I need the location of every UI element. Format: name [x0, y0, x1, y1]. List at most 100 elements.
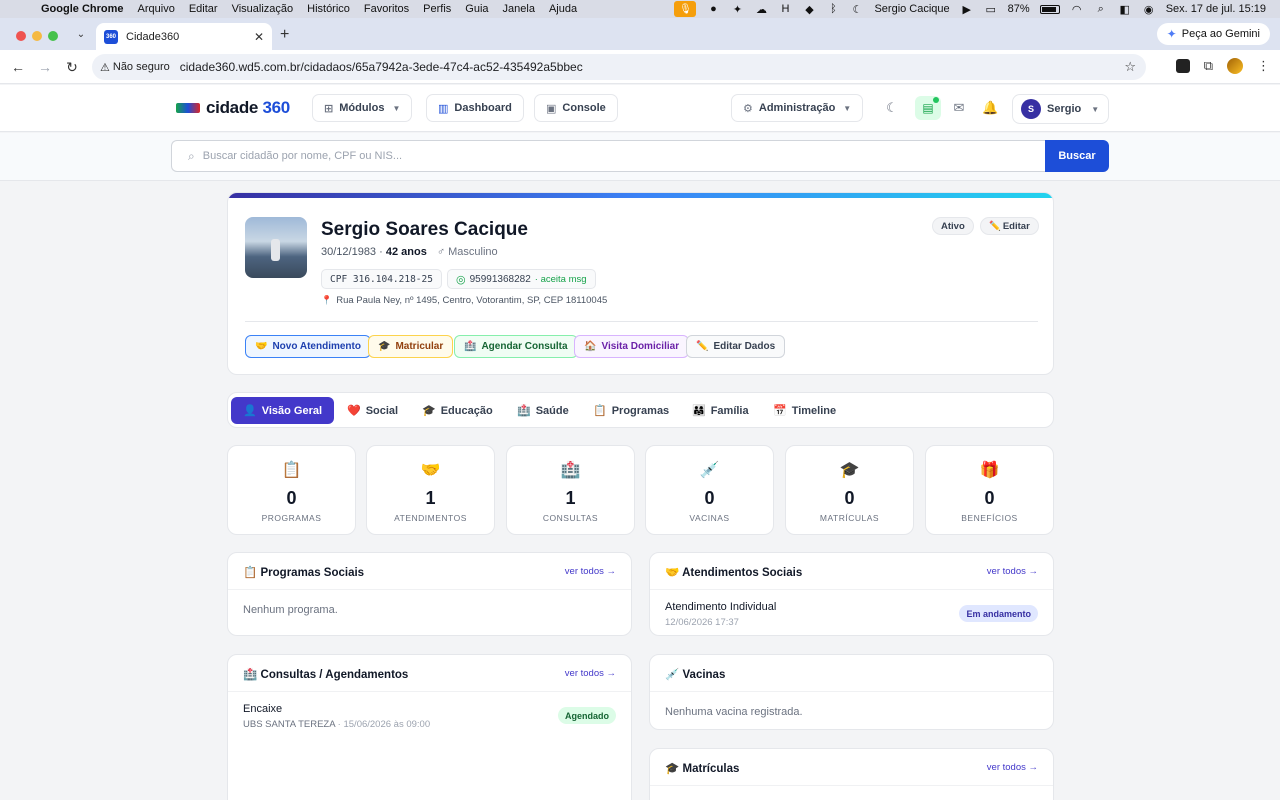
menu-visualizacao[interactable]: Visualização [232, 3, 294, 15]
stat-matriculas[interactable]: 🎓 0 MATRÍCULAS [785, 445, 914, 535]
chevron-down-icon: ▼ [392, 103, 401, 113]
mail-icon[interactable]: ✉ [951, 100, 967, 116]
wifi-icon[interactable]: ◠ [1070, 3, 1084, 16]
gemini-button[interactable]: ✦ Peça ao Gemini [1156, 23, 1270, 45]
dashboard-button[interactable]: ▥ Dashboard [426, 94, 524, 122]
stat-atendimentos[interactable]: 🤝 1 ATENDIMENTOS [366, 445, 495, 535]
tab-educacao[interactable]: 🎓 Educação [410, 397, 505, 424]
tab-label: Social [365, 404, 399, 417]
profile-tabs: 👤 Visão Geral ❤️ Social 🎓 Educação 🏥 Saú… [227, 392, 1054, 428]
modulos-button[interactable]: ⊞ Módulos ▼ [312, 94, 413, 122]
ver-todos-link[interactable]: ver todos → [987, 762, 1038, 773]
dashboard-label: Dashboard [454, 102, 512, 114]
handshake-icon: 🤝 [420, 462, 441, 479]
record-icon[interactable]: ● [706, 3, 720, 15]
atendimento-title[interactable]: Atendimento Individual [665, 601, 776, 613]
tab-programas[interactable]: 📋 Programas [581, 397, 681, 424]
menubar-clock[interactable]: Sex. 17 de jul. 15:19 [1166, 3, 1266, 15]
h-app-icon[interactable]: H [778, 3, 792, 15]
administracao-button[interactable]: ⚙ Administração ▼ [731, 94, 864, 122]
chevron-down-icon: ▼ [843, 103, 852, 113]
elephant-icon[interactable]: ◆ [802, 3, 816, 16]
chrome-menu-icon[interactable]: ⋮ [1257, 58, 1270, 74]
menubar-user[interactable]: Sergio Cacique [874, 3, 949, 15]
menu-ajuda[interactable]: Ajuda [549, 3, 577, 15]
stat-consultas[interactable]: 🏥 1 CONSULTAS [506, 445, 635, 535]
menu-historico[interactable]: Histórico [307, 3, 350, 15]
console-button[interactable]: ▣ Console [534, 94, 618, 122]
address-bar[interactable]: ⚠ Não seguro cidade360.wd5.com.br/cidada… [92, 54, 1146, 80]
tab-social[interactable]: ❤️ Social [335, 397, 410, 424]
menu-editar[interactable]: Editar [189, 3, 218, 15]
siri-icon[interactable]: ◉ [1142, 3, 1156, 16]
consulta-title[interactable]: Encaixe [243, 703, 282, 715]
not-secure-indicator[interactable]: ⚠ Não seguro [100, 61, 170, 74]
display-icon[interactable]: ▭ [984, 3, 998, 16]
bluetooth-icon[interactable]: ᛒ [826, 3, 840, 15]
play-icon[interactable]: ▶ [960, 3, 974, 16]
new-tab-icon[interactable]: + [280, 26, 289, 44]
tab-visao-geral[interactable]: 👤 Visão Geral [231, 397, 335, 424]
battery-icon[interactable] [1039, 4, 1060, 14]
citizen-photo[interactable] [245, 217, 307, 278]
tab-search-chevron-icon[interactable]: ⌄ [72, 26, 90, 44]
close-tab-icon[interactable]: ✕ [254, 30, 264, 44]
ver-todos-link[interactable]: ver todos → [987, 566, 1038, 577]
fullscreen-window-button[interactable] [48, 31, 58, 41]
menu-favoritos[interactable]: Favoritos [364, 3, 409, 15]
tab-saude[interactable]: 🏥 Saúde [505, 397, 581, 424]
macos-menubar: Google Chrome Arquivo Editar Visualizaçã… [0, 0, 1280, 18]
minimize-window-button[interactable] [32, 31, 42, 41]
edit-button[interactable]: ✏️ Editar [980, 217, 1039, 235]
whatsapp-badge[interactable]: ◎ 95991368282 · aceita msg [447, 269, 596, 289]
ver-todos-link[interactable]: ver todos → [565, 566, 616, 577]
extension-icon[interactable] [1175, 59, 1190, 73]
close-window-button[interactable] [16, 31, 26, 41]
menu-arquivo[interactable]: Arquivo [138, 3, 175, 15]
tab-timeline[interactable]: 📅 Timeline [761, 397, 848, 424]
citizen-search-input[interactable] [202, 150, 1023, 162]
control-center-icon[interactable]: ◧ [1118, 3, 1132, 16]
menu-perfis[interactable]: Perfis [423, 3, 451, 15]
editar-dados-button[interactable]: ✏️ Editar Dados [686, 335, 786, 358]
divider [245, 321, 1038, 322]
cidade360-logo[interactable]: cidade 360 [176, 98, 290, 118]
ver-todos-link[interactable]: ver todos → [565, 668, 616, 679]
forward-arrow-icon[interactable]: → [36, 58, 54, 76]
reload-icon[interactable]: ↻ [63, 58, 81, 76]
visita-domiciliar-button[interactable]: 🏠 Visita Domiciliar [574, 335, 690, 358]
dark-mode-moon-icon[interactable]: ☾ [884, 100, 900, 116]
extensions-puzzle-icon[interactable]: ⧉ [1204, 58, 1213, 74]
user-name: Sergio [1047, 103, 1082, 115]
bell-icon[interactable]: 🔔 [982, 100, 998, 116]
menu-app-name[interactable]: Google Chrome [41, 3, 124, 15]
vacinas-card: 💉 Vacinas Nenhuma vacina registrada. [649, 654, 1054, 730]
graduation-cap-icon: 🎓 [839, 462, 860, 479]
stat-label: PROGRAMAS [261, 513, 322, 523]
agendar-consulta-label: Agendar Consulta [481, 341, 568, 352]
stat-programas[interactable]: 📋 0 PROGRAMAS [227, 445, 356, 535]
agendar-consulta-button[interactable]: 🏥 Agendar Consulta [454, 335, 578, 358]
edit-label: Editar [1002, 220, 1030, 232]
search-button[interactable]: Buscar [1045, 140, 1109, 172]
tab-familia[interactable]: 👨‍👩‍👧 Família [680, 397, 761, 424]
dropbox-icon[interactable]: ✦ [730, 3, 744, 16]
novo-atendimento-button[interactable]: 🤝 Novo Atendimento [245, 335, 371, 358]
moon-icon[interactable]: ☾ [850, 3, 864, 16]
microphone-icon[interactable]: 🎙 [674, 1, 697, 17]
chat-button[interactable]: ▤ [915, 96, 941, 120]
url-text[interactable]: cidade360.wd5.com.br/cidadaos/65a7942a-3… [180, 60, 583, 74]
back-arrow-icon[interactable]: ← [9, 58, 27, 76]
cloud-icon[interactable]: ☁ [754, 3, 768, 16]
stat-vacinas[interactable]: 💉 0 VACINAS [645, 445, 774, 535]
user-menu-button[interactable]: S Sergio ▼ [1012, 94, 1109, 124]
profile-avatar-icon[interactable] [1227, 58, 1243, 74]
matricular-button[interactable]: 🎓 Matricular [368, 335, 454, 358]
browser-tab-cidade360[interactable]: 360 Cidade360 ✕ [96, 23, 272, 50]
search-icon[interactable]: ⌕ [1094, 3, 1108, 16]
stat-beneficios[interactable]: 🎁 0 BENEFÍCIOS [925, 445, 1054, 535]
menu-guia[interactable]: Guia [465, 3, 488, 15]
stat-value: 0 [704, 488, 715, 508]
bookmark-star-icon[interactable]: ☆ [1124, 59, 1136, 75]
menu-janela[interactable]: Janela [503, 3, 535, 15]
